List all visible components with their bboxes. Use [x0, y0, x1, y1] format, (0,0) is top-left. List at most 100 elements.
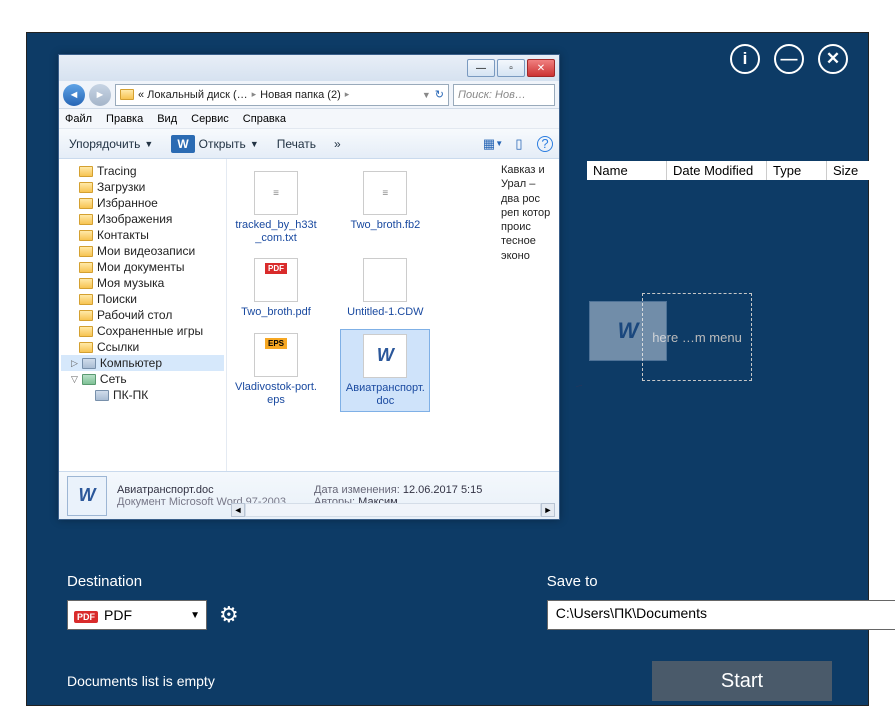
dialog-maximize-button[interactable]: ▫	[497, 59, 525, 77]
tree-item[interactable]: Мои видеозаписи	[61, 243, 224, 259]
text-file-icon: ≡	[363, 171, 407, 215]
tree-item[interactable]: Сохраненные игры	[61, 323, 224, 339]
menu-edit[interactable]: Правка	[106, 113, 143, 125]
scroll-track[interactable]	[245, 503, 541, 517]
scroll-left-icon[interactable]: ◄	[231, 503, 245, 517]
folder-icon	[79, 262, 93, 273]
eps-file-icon	[254, 333, 298, 377]
chevron-down-icon[interactable]: ▼	[422, 90, 431, 100]
computer-icon	[82, 358, 96, 369]
folder-icon	[79, 310, 93, 321]
folder-icon	[79, 246, 93, 257]
more-button[interactable]: »	[330, 135, 345, 153]
destination-dropdown[interactable]: PDFPDF ▼	[67, 600, 207, 630]
chevron-down-icon: ▼	[250, 139, 259, 149]
start-button[interactable]: Start	[652, 661, 832, 701]
col-type[interactable]: Type	[767, 161, 827, 180]
menu-view[interactable]: Вид	[157, 113, 177, 125]
tree-item[interactable]: Контакты	[61, 227, 224, 243]
folder-icon	[79, 294, 93, 305]
organize-button[interactable]: Упорядочить ▼	[65, 135, 157, 153]
print-button[interactable]: Печать	[273, 135, 320, 153]
file-item[interactable]: ≡tracked_by_h33t_com.txt	[231, 167, 321, 248]
chevron-right-icon: ▸	[252, 89, 257, 100]
info-button[interactable]: i	[730, 44, 760, 74]
chevron-down-icon: ▼	[190, 610, 200, 621]
text-file-icon: ≡	[254, 171, 298, 215]
tree-item[interactable]: Изображения	[61, 211, 224, 227]
file-item-selected[interactable]: WАвиатранспорт.doc	[340, 329, 430, 412]
breadcrumb-1[interactable]: « Локальный диск (…	[138, 89, 248, 101]
file-item[interactable]: Two_broth.pdf	[231, 254, 321, 323]
folder-tree[interactable]: Tracing Загрузки Избранное Изображения К…	[59, 159, 227, 471]
tree-item[interactable]: Ссылки	[61, 339, 224, 355]
minimize-button[interactable]: —	[774, 44, 804, 74]
tree-item[interactable]: Tracing	[61, 163, 224, 179]
tree-item[interactable]: Загрузки	[61, 179, 224, 195]
refresh-icon[interactable]: ↻	[435, 88, 444, 101]
col-name[interactable]: Name	[587, 161, 667, 180]
col-date[interactable]: Date Modified	[667, 161, 767, 180]
breadcrumb-2[interactable]: Новая папка (2)	[260, 89, 341, 101]
tree-item[interactable]: Рабочий стол	[61, 307, 224, 323]
tree-item[interactable]: Моя музыка	[61, 275, 224, 291]
dialog-body: Tracing Загрузки Избранное Изображения К…	[59, 159, 559, 471]
nav-back-button[interactable]: ◄	[63, 84, 85, 106]
tree-item-network[interactable]: ▽Сеть	[61, 371, 224, 387]
pdf-file-icon	[254, 258, 298, 302]
close-button[interactable]: ✕	[818, 44, 848, 74]
folder-icon	[79, 342, 93, 353]
tree-item[interactable]: Поиски	[61, 291, 224, 307]
help-icon[interactable]: ?	[537, 136, 553, 152]
tree-item[interactable]: Избранное	[61, 195, 224, 211]
tree-item[interactable]: Мои документы	[61, 259, 224, 275]
tree-item-computer[interactable]: ▷Компьютер	[61, 355, 224, 371]
menu-help[interactable]: Справка	[243, 113, 286, 125]
pdf-badge-icon: PDF	[74, 611, 98, 623]
folder-icon	[79, 214, 93, 225]
file-list-header: Name Date Modified Type Size	[587, 161, 887, 180]
file-pane[interactable]: ≡tracked_by_h33t_com.txt ≡Two_broth.fb2 …	[227, 159, 559, 471]
folder-icon	[79, 166, 93, 177]
folder-icon	[79, 326, 93, 337]
col-size[interactable]: Size	[827, 161, 887, 180]
generic-file-icon	[363, 258, 407, 302]
dialog-titlebar[interactable]: — ▫ ✕	[59, 55, 559, 81]
dialog-minimize-button[interactable]: —	[467, 59, 495, 77]
toolbar: Упорядочить ▼ WОткрыть ▼ Печать » ▦ ▼ ▯ …	[59, 129, 559, 159]
details-filename: Авиатранспорт.doc	[117, 484, 286, 496]
menu-file[interactable]: Файл	[65, 113, 92, 125]
folder-icon	[120, 89, 134, 100]
gear-icon[interactable]: ⚙	[219, 602, 239, 628]
preview-pane-button[interactable]: ▯	[511, 136, 527, 152]
folder-icon	[79, 198, 93, 209]
file-item[interactable]: Vladivostok-port.eps	[231, 329, 321, 412]
file-item[interactable]: ≡Two_broth.fb2	[340, 167, 430, 248]
search-input[interactable]: Поиск: Нов…	[453, 84, 555, 106]
address-bar[interactable]: « Локальный диск (… ▸ Новая папка (2) ▸ …	[115, 84, 449, 106]
nav-forward-button[interactable]: ►	[89, 84, 111, 106]
destination-label: Destination	[67, 573, 239, 590]
status-text: Documents list is empty	[67, 673, 215, 689]
dialog-close-button[interactable]: ✕	[527, 59, 555, 77]
scroll-right-icon[interactable]: ►	[541, 503, 555, 517]
folder-icon	[79, 182, 93, 193]
bottom-panel: Destination PDFPDF ▼ ⚙ Save to C:\Users\…	[67, 573, 852, 630]
folder-icon	[79, 278, 93, 289]
view-mode-button[interactable]: ▦ ▼	[485, 136, 501, 152]
network-icon	[82, 374, 96, 385]
computer-icon	[95, 390, 109, 401]
chevron-right-icon: ▸	[345, 89, 350, 100]
menu-service[interactable]: Сервис	[191, 113, 229, 125]
file-item[interactable]: Untitled-1.CDW	[340, 254, 430, 323]
preview-text: Кавказ и Урал – два рос реп котор проис …	[501, 163, 555, 263]
horizontal-scrollbar[interactable]: ◄ ►	[231, 503, 555, 517]
tree-item-pc[interactable]: ПК-ПК	[61, 387, 224, 403]
address-bar-row: ◄ ► « Локальный диск (… ▸ Новая папка (2…	[59, 81, 559, 109]
menu-bar: Файл Правка Вид Сервис Справка	[59, 109, 559, 129]
chevron-down-icon: ▼	[144, 139, 153, 149]
doc-file-icon: W	[363, 334, 407, 378]
open-button[interactable]: WОткрыть ▼	[167, 133, 262, 155]
saveto-label: Save to	[547, 573, 895, 590]
saveto-path-input[interactable]: C:\Users\ПК\Documents	[547, 600, 895, 630]
